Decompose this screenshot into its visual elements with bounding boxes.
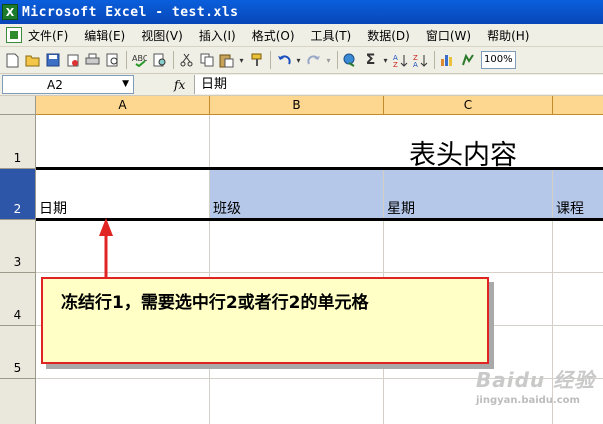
toolbar-separator [173, 51, 174, 69]
formula-input[interactable]: 日期 [194, 75, 603, 94]
svg-text:Z: Z [393, 61, 398, 68]
redo-dropdown-icon[interactable]: ▾ [325, 52, 332, 69]
menu-insert[interactable]: 插入(I) [197, 25, 238, 46]
menu-help[interactable]: 帮助(H) [485, 25, 531, 46]
menu-window[interactable]: 窗口(W) [424, 25, 473, 46]
baidu-watermark: Baidu 经验 jingyan.baidu.com [476, 364, 595, 406]
cut-icon[interactable] [178, 52, 195, 69]
print-icon[interactable] [84, 52, 101, 69]
new-file-icon[interactable] [4, 52, 21, 69]
toolbar-separator [337, 51, 338, 69]
window-title: Microsoft Excel - test.xls [22, 4, 239, 20]
baidu-jingyan-logo-icon: Baidu 经验 [476, 368, 596, 392]
print-preview-icon[interactable] [104, 52, 121, 69]
hyperlink-icon[interactable] [342, 52, 359, 69]
name-box-value: A2 [47, 77, 63, 92]
name-box-dropdown-icon[interactable]: ▼ [122, 79, 129, 89]
chart-wizard-icon[interactable] [439, 52, 456, 69]
save-icon[interactable] [44, 52, 61, 69]
undo-dropdown-icon[interactable]: ▾ [295, 52, 302, 69]
copy-icon[interactable] [198, 52, 215, 69]
paste-dropdown-icon[interactable]: ▾ [238, 52, 245, 69]
insert-function-icon[interactable]: fx [174, 78, 188, 92]
excel-app-icon[interactable]: X [2, 4, 18, 20]
menu-data[interactable]: 数据(D) [365, 25, 412, 46]
menu-tools[interactable]: 工具(T) [309, 25, 354, 46]
toolbar-separator [434, 51, 435, 69]
research-icon[interactable] [151, 52, 168, 69]
redo-icon[interactable] [305, 52, 322, 69]
menu-format[interactable]: 格式(O) [250, 25, 297, 46]
menu-bar: 文件(F) 编辑(E) 视图(V) 插入(I) 格式(O) 工具(T) 数据(D… [0, 24, 603, 47]
sort-descending-icon[interactable]: ZA [412, 52, 429, 69]
svg-text:A: A [413, 61, 418, 68]
toolbar-separator [270, 51, 271, 69]
menu-edit[interactable]: 编辑(E) [82, 25, 127, 46]
formula-bar: A2 ▼ fx 日期 [0, 74, 603, 96]
title-bar: X Microsoft Excel - test.xls [0, 0, 603, 24]
paste-icon[interactable] [218, 52, 235, 69]
menu-view[interactable]: 视图(V) [139, 25, 185, 46]
worksheet-grid: A B C 1 2 3 4 5 表头内容 日期 班级 星期 课程 冻结行1，需要… [0, 96, 603, 424]
toolbar-separator [126, 51, 127, 69]
autosum-icon[interactable]: Σ [362, 52, 379, 69]
workbook-icon[interactable] [6, 27, 22, 43]
open-folder-icon[interactable] [24, 52, 41, 69]
standard-toolbar: ABC ▾ ▾ ▾ Σ ▾ AZ ZA 100% [0, 47, 603, 74]
format-painter-icon[interactable] [248, 52, 265, 69]
permission-icon[interactable] [64, 52, 81, 69]
watermark-url: jingyan.baidu.com [476, 395, 580, 406]
spelling-icon[interactable]: ABC [131, 52, 148, 69]
sort-ascending-icon[interactable]: AZ [392, 52, 409, 69]
menu-file[interactable]: 文件(F) [26, 25, 70, 46]
name-box[interactable]: A2 ▼ [2, 75, 134, 94]
drawing-icon[interactable] [459, 52, 476, 69]
autosum-dropdown-icon[interactable]: ▾ [382, 52, 389, 69]
zoom-select[interactable]: 100% [481, 51, 516, 69]
undo-icon[interactable] [275, 52, 292, 69]
